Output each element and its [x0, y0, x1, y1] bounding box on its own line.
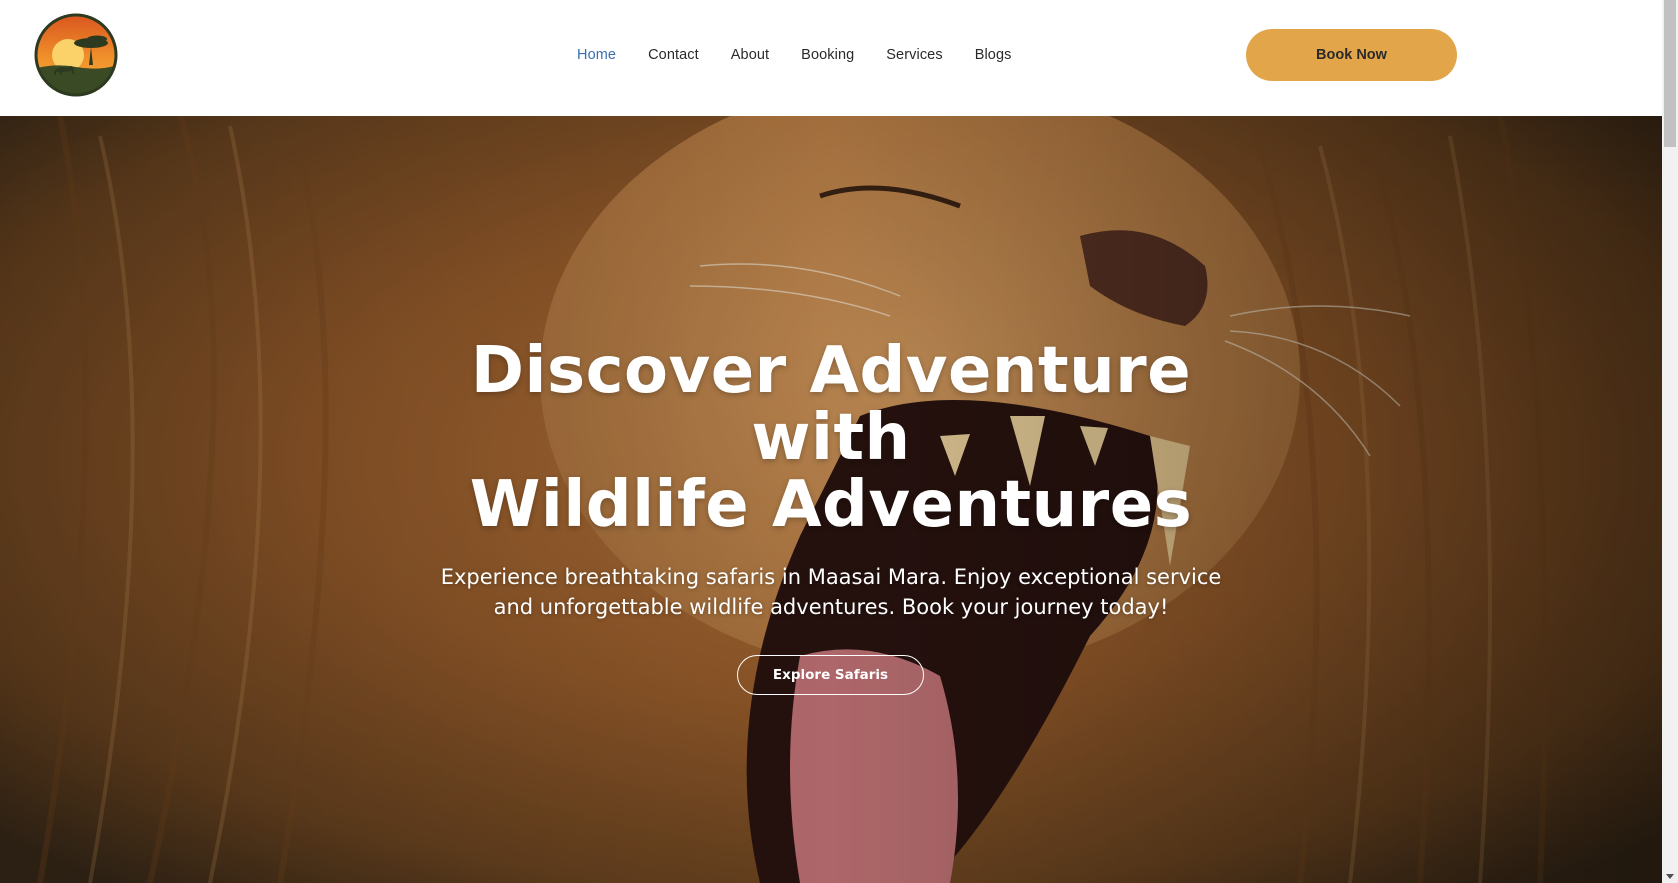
hero-title-line-1: Discover Adventure [470, 334, 1192, 408]
nav-contact[interactable]: Contact [648, 47, 699, 63]
site-header: Home Contact About Booking Services Blog… [0, 0, 1662, 116]
page-scrollbar[interactable] [1662, 0, 1678, 883]
hero-subtitle-line-1: Experience breathtaking safaris in Maasa… [440, 565, 1222, 589]
hero-subtitle-line-2: and unforgettable wildlife adventures. B… [493, 595, 1169, 619]
main-nav: Home Contact About Booking Services Blog… [577, 44, 1043, 66]
page: Home Contact About Booking Services Blog… [0, 0, 1678, 883]
safari-sunset-logo-icon [34, 13, 118, 97]
hero-title-line-3: Wildlife Adventures [469, 468, 1193, 542]
hero-content: Discover Adventure with Wildlife Adventu… [0, 116, 1662, 883]
explore-safaris-button[interactable]: Explore Safaris [737, 655, 924, 695]
scroll-down-arrow-icon[interactable] [1666, 874, 1674, 879]
nav-about[interactable]: About [731, 47, 769, 63]
nav-home[interactable]: Home [577, 47, 616, 63]
nav-blogs[interactable]: Blogs [975, 47, 1012, 63]
book-now-button[interactable]: Book Now [1246, 29, 1457, 81]
nav-services[interactable]: Services [886, 47, 942, 63]
hero-title: Discover Adventure with Wildlife Adventu… [331, 338, 1331, 539]
hero-section: Discover Adventure with Wildlife Adventu… [0, 116, 1662, 883]
scrollbar-thumb[interactable] [1664, 0, 1676, 147]
site-logo[interactable] [34, 13, 118, 97]
nav-booking[interactable]: Booking [801, 47, 854, 63]
hero-title-line-2: with [751, 401, 911, 475]
hero-subtitle: Experience breathtaking safaris in Maasa… [431, 562, 1231, 622]
